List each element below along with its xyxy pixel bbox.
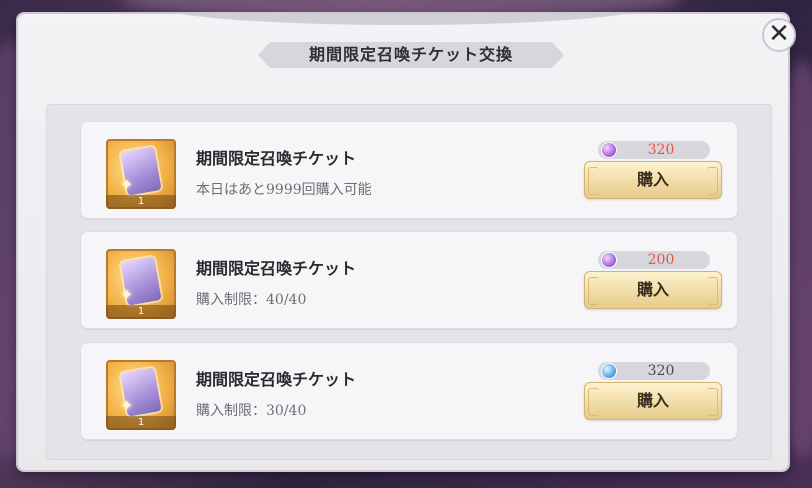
item-count: 1 bbox=[106, 416, 176, 430]
list-item: ✦ 1 期間限定召喚チケット 購入制限：40/40 200 購入 bbox=[80, 231, 738, 329]
close-button[interactable]: ✕ bbox=[762, 18, 796, 52]
price-display: 200 bbox=[598, 251, 710, 269]
buy-button[interactable]: 購入 bbox=[584, 271, 722, 309]
item-name: 期間限定召喚チケット bbox=[196, 370, 357, 389]
list-item: ✦ 1 期間限定召喚チケット 本日はあと9999回購入可能 320 購入 bbox=[80, 121, 738, 219]
item-name: 期間限定召喚チケット bbox=[196, 149, 357, 168]
price-display: 320 bbox=[598, 362, 710, 380]
buy-button[interactable]: 購入 bbox=[584, 161, 722, 199]
dialog-top-ornament bbox=[18, 14, 788, 36]
ticket-item-icon[interactable]: ✦ 1 bbox=[106, 139, 176, 209]
purple-gem-icon bbox=[602, 143, 616, 157]
item-name: 期間限定召喚チケット bbox=[196, 259, 357, 278]
ticket-item-icon[interactable]: ✦ 1 bbox=[106, 249, 176, 319]
star-icon: ✦ bbox=[120, 285, 134, 304]
blue-gem-icon bbox=[602, 364, 616, 378]
item-count: 1 bbox=[106, 305, 176, 319]
dialog-title: 期間限定召喚チケット交換 bbox=[308, 45, 513, 64]
buy-button[interactable]: 購入 bbox=[584, 382, 722, 420]
purchase-limit-text: 本日はあと9999回購入可能 bbox=[196, 182, 372, 198]
price-display: 320 bbox=[598, 141, 710, 159]
purple-gem-icon bbox=[602, 253, 616, 267]
item-count: 1 bbox=[106, 195, 176, 209]
ticket-item-icon[interactable]: ✦ 1 bbox=[106, 360, 176, 430]
price-value: 320 bbox=[647, 363, 675, 379]
list-item: ✦ 1 期間限定召喚チケット 購入制限：30/40 320 購入 bbox=[80, 342, 738, 440]
star-icon: ✦ bbox=[120, 396, 134, 415]
star-icon: ✦ bbox=[120, 175, 134, 194]
purchase-limit-text: 購入制限：40/40 bbox=[196, 292, 307, 308]
title-banner: 期間限定召喚チケット交換 bbox=[258, 40, 564, 70]
price-value: 320 bbox=[647, 142, 675, 158]
price-value: 200 bbox=[647, 252, 675, 268]
purchase-limit-text: 購入制限：30/40 bbox=[196, 403, 307, 419]
